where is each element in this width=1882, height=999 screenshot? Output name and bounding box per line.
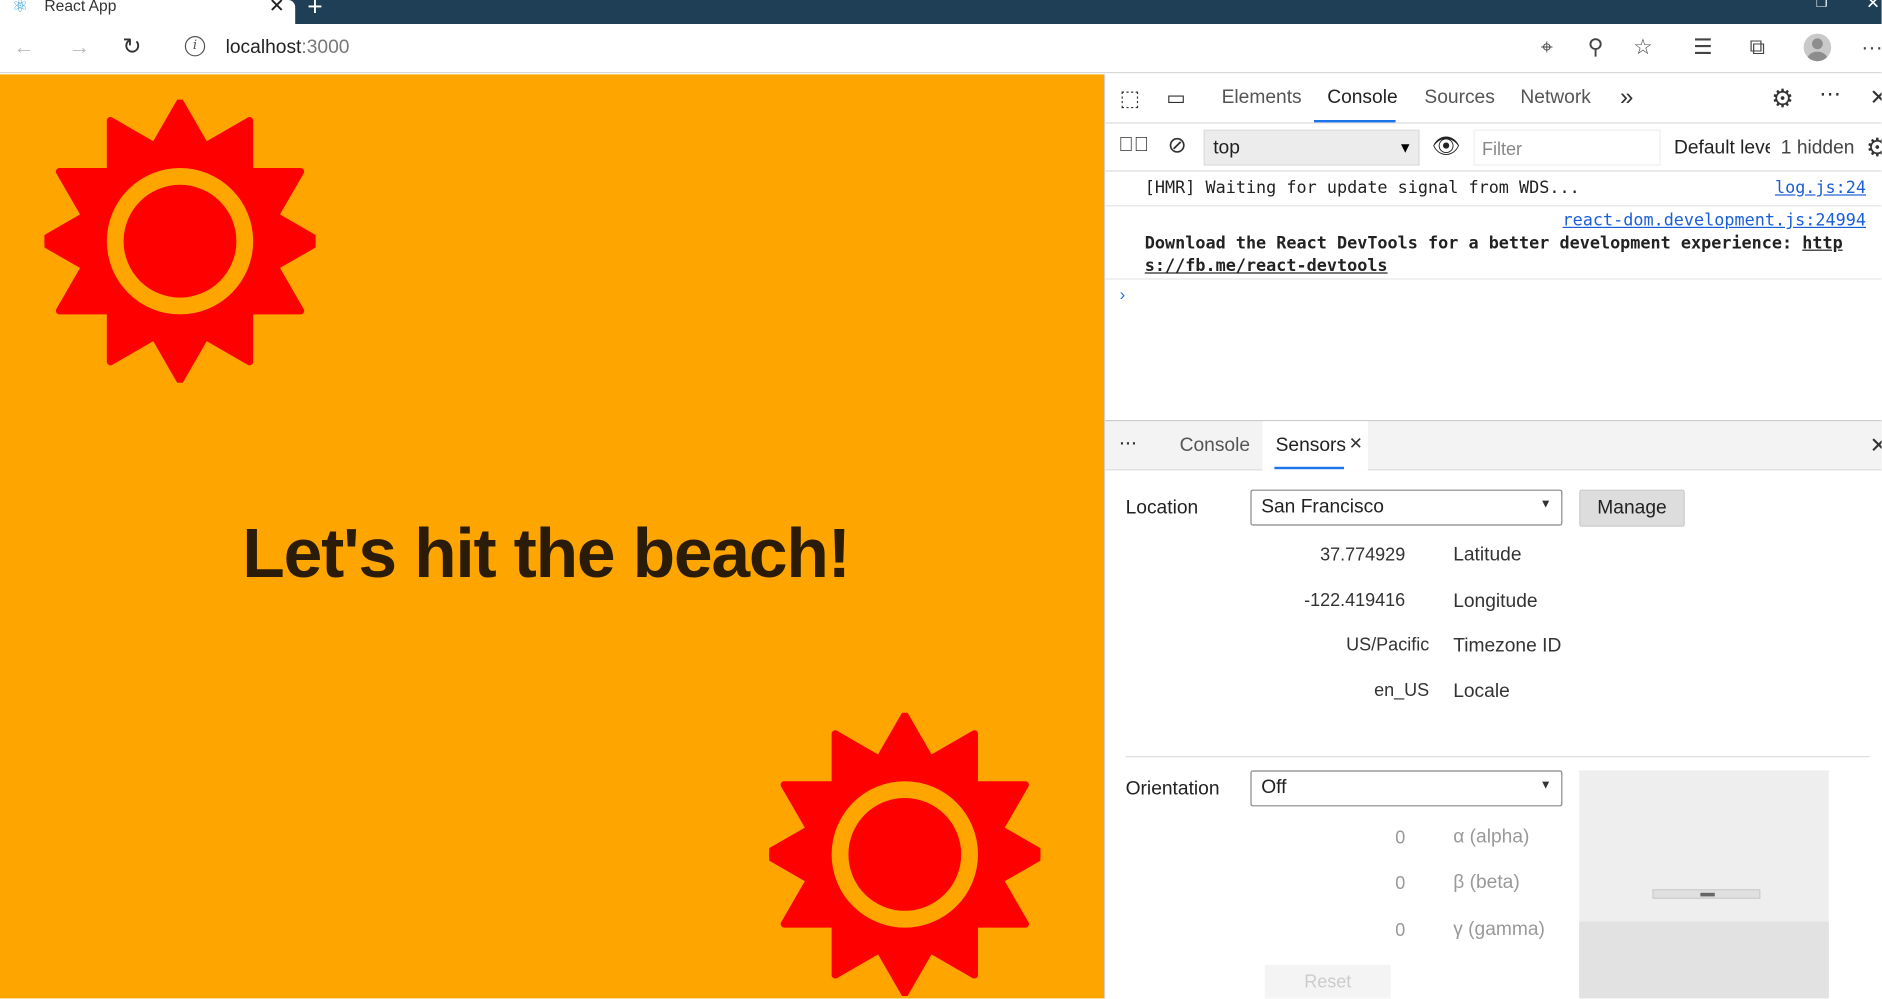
sidebar-toggle-icon[interactable]: ▸⃞ <box>1118 133 1149 157</box>
reset-button[interactable]: Reset <box>1264 964 1391 999</box>
orientation-value: Off <box>1261 777 1287 799</box>
browser-toolbar: ← → ↻ i localhost:3000 ⌖ ⚲ ☆ ☰ ⧉ ··· <box>0 24 1882 74</box>
inspect-element-icon[interactable]: ⬚ <box>1120 86 1140 111</box>
device-toolbar-icon[interactable]: ▭ <box>1166 86 1185 110</box>
address-bar[interactable]: i localhost:3000 <box>170 28 1683 68</box>
latitude-input[interactable]: 37.774929 <box>1237 545 1405 565</box>
back-icon[interactable]: ← <box>13 35 35 60</box>
location-icon[interactable]: ⌖ <box>1541 35 1553 60</box>
drawer-tab-console[interactable]: Console <box>1180 436 1250 458</box>
orientation-select[interactable]: Off ▼ <box>1250 770 1563 807</box>
more-tabs-icon[interactable]: » <box>1620 84 1633 112</box>
favorites-icon[interactable]: ☰ <box>1693 35 1712 60</box>
url-port: :3000 <box>301 37 350 58</box>
message-source-link[interactable]: react-dom.development.js:24994 <box>1563 211 1866 230</box>
url-host: localhost <box>225 37 302 58</box>
tab-sources[interactable]: Sources <box>1424 88 1494 110</box>
react-favicon-icon: ⚛ <box>12 0 29 17</box>
select-arrow-icon: ▼ <box>1539 778 1552 793</box>
active-tab-underline <box>1314 120 1396 123</box>
alpha-input[interactable]: 0 <box>1285 828 1405 848</box>
location-value: San Francisco <box>1261 496 1384 518</box>
location-label: Location <box>1125 498 1199 519</box>
orientation-preview-floor <box>1579 921 1829 999</box>
star-icon[interactable]: ☆ <box>1633 35 1652 60</box>
message-text: Download the React DevTools for a better… <box>1144 234 1803 254</box>
new-tab-icon[interactable]: + <box>307 0 322 23</box>
browser-tab-bar: ⚛ React App ✕ + ❐ ✕ <box>0 0 1882 24</box>
tab-console[interactable]: Console <box>1327 88 1397 110</box>
drawer-tab-bar: ··· Console Sensors ✕ ✕ <box>1105 420 1882 471</box>
tab-network[interactable]: Network <box>1520 88 1590 110</box>
section-divider <box>1125 756 1870 758</box>
sun-icon <box>769 712 1041 997</box>
devtools-menu-icon[interactable]: ⋯ <box>1819 82 1841 107</box>
tab-title: React App <box>44 0 117 15</box>
settings-gear-icon[interactable]: ⚙ <box>1771 84 1794 114</box>
location-select[interactable]: San Francisco ▼ <box>1250 489 1563 526</box>
filter-input[interactable]: Filter <box>1473 129 1661 166</box>
devtools-tab-bar: ⬚ ▭ Elements Console Sources Network » ⚙… <box>1105 74 1882 124</box>
console-message: react-dom.development.js:24994 Download … <box>1105 206 1882 280</box>
info-icon[interactable]: i <box>184 36 206 57</box>
message-source-link[interactable]: log.js:24 <box>1775 179 1866 198</box>
longitude-input[interactable]: -122.419416 <box>1237 590 1405 610</box>
console-prompt-icon[interactable]: › <box>1120 284 1126 303</box>
collections-icon[interactable]: ⧉ <box>1750 35 1765 60</box>
reload-icon[interactable]: ↻ <box>122 34 141 62</box>
context-selector[interactable]: top ▼ <box>1203 129 1420 166</box>
drawer-tab-sensors[interactable]: Sensors <box>1276 436 1346 458</box>
orientation-label: Orientation <box>1125 778 1220 800</box>
live-expression-eye-icon[interactable]: 👁 <box>1432 132 1461 161</box>
clear-console-icon[interactable]: ⊘ <box>1168 132 1187 160</box>
gamma-label: γ (gamma) <box>1453 919 1545 940</box>
forward-icon[interactable]: → <box>68 35 90 60</box>
tab-elements[interactable]: Elements <box>1222 88 1302 110</box>
page-headline: Let's hit the beach! <box>242 514 851 593</box>
device-orientation-model[interactable] <box>1652 889 1761 899</box>
manage-button[interactable]: Manage <box>1579 489 1685 527</box>
url-text: localhost:3000 <box>226 37 350 59</box>
more-icon[interactable]: ··· <box>1861 35 1882 60</box>
gamma-input[interactable]: 0 <box>1285 920 1405 940</box>
browser-tab[interactable]: ⚛ React App ✕ <box>0 0 296 24</box>
console-message: [HMR] Waiting for update signal from WDS… <box>1105 173 1882 207</box>
locale-input[interactable]: en_US <box>1261 680 1429 700</box>
drawer-active-underline <box>1274 466 1344 470</box>
dropdown-arrow-icon: ▼ <box>1398 139 1413 156</box>
message-text: [HMR] Waiting for update signal from WDS… <box>1144 178 1580 199</box>
alpha-label: α (alpha) <box>1453 826 1530 848</box>
hidden-count: 1 hidden <box>1780 138 1855 159</box>
filter-placeholder: Filter <box>1482 139 1523 160</box>
console-settings-gear-icon[interactable]: ⚙ <box>1866 133 1882 163</box>
locale-label: Locale <box>1453 681 1510 702</box>
close-tab-icon[interactable]: ✕ <box>269 0 285 18</box>
sun-icon <box>44 99 316 383</box>
select-arrow-icon: ▼ <box>1539 498 1552 512</box>
message-text-block: Download the React DevTools for a better… <box>1145 233 1865 279</box>
message-link[interactable]: http <box>1802 234 1842 253</box>
longitude-label: Longitude <box>1453 591 1538 612</box>
message-link-continued[interactable]: s://fb.me/react-devtools <box>1145 257 1388 276</box>
orientation-preview[interactable] <box>1579 770 1829 999</box>
drawer-menu-icon[interactable]: ··· <box>1118 430 1137 455</box>
latitude-label: Latitude <box>1453 544 1522 566</box>
beta-label: β (beta) <box>1453 872 1520 893</box>
context-value: top <box>1213 138 1240 159</box>
close-sensors-tab-icon[interactable]: ✕ <box>1349 433 1363 453</box>
close-drawer-icon[interactable]: ✕ <box>1870 433 1882 458</box>
timezone-input[interactable]: US/Pacific <box>1261 635 1429 655</box>
zoom-icon[interactable]: ⚲ <box>1588 35 1604 60</box>
profile-avatar[interactable] <box>1803 33 1832 62</box>
beta-input[interactable]: 0 <box>1285 874 1405 894</box>
restore-window-icon[interactable]: ❐ <box>1816 0 1828 11</box>
timezone-label: Timezone ID <box>1453 636 1562 657</box>
devtools-panel: ⬚ ▭ Elements Console Sources Network » ⚙… <box>1104 74 1882 999</box>
log-levels-dropdown[interactable]: Default levels <box>1674 138 1770 160</box>
web-page: Let's hit the beach! <box>0 74 1104 999</box>
console-toolbar: ▸⃞ ⊘ top ▼ 👁 Filter Default levels 1 hid… <box>1105 124 1882 172</box>
close-devtools-icon[interactable]: ✕ <box>1870 85 1882 110</box>
close-window-icon[interactable]: ✕ <box>1866 0 1880 13</box>
